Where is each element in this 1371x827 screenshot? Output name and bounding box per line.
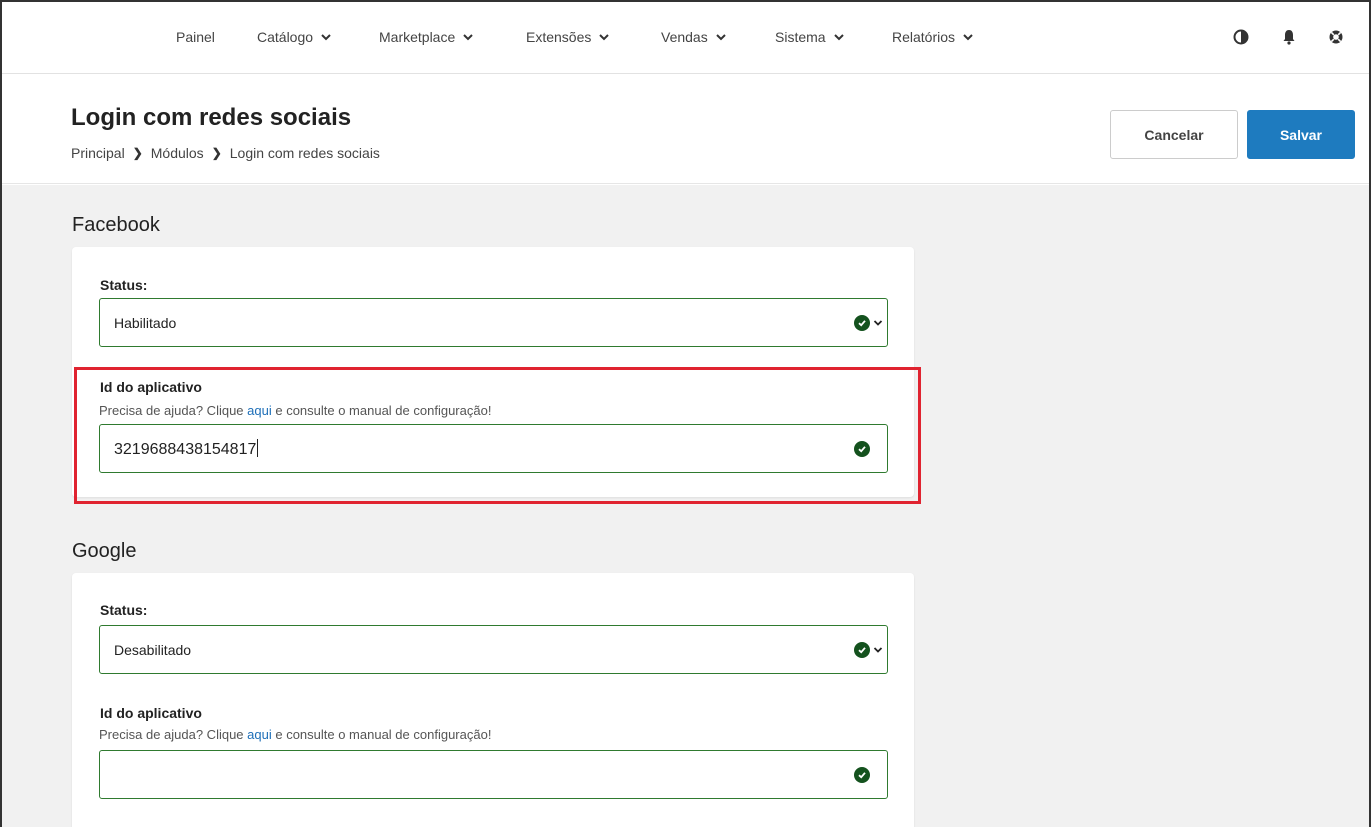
highlight-box bbox=[74, 367, 921, 504]
nav-item-sistema[interactable]: Sistema bbox=[775, 29, 845, 45]
chevron-down-icon bbox=[463, 34, 473, 41]
save-button[interactable]: Salvar bbox=[1247, 110, 1355, 159]
chevron-down-icon bbox=[873, 320, 883, 326]
app-id-input[interactable] bbox=[99, 750, 888, 799]
valid-check-icon bbox=[854, 315, 870, 331]
chevron-right-icon: ❯ bbox=[211, 146, 222, 160]
nav-item-relatorios[interactable]: Relatórios bbox=[892, 29, 974, 45]
top-navigation: Painel Catálogo Marketplace Extensões Ve… bbox=[2, 2, 1369, 74]
chevron-down-icon bbox=[833, 34, 844, 41]
page-title: Login com redes sociais bbox=[71, 104, 352, 131]
breadcrumb-item-current: Login com redes sociais bbox=[229, 145, 380, 161]
card-google: Status: Desabilitado Id do aplicativo Pr… bbox=[72, 573, 914, 827]
breadcrumb: Principal ❯ Módulos ❯ Login com redes so… bbox=[71, 145, 380, 161]
chevron-right-icon: ❯ bbox=[132, 146, 143, 160]
help-text-prefix: Precisa de ajuda? Clique bbox=[99, 727, 248, 742]
chevron-down-icon bbox=[599, 34, 610, 41]
nav-item-label: Sistema bbox=[775, 29, 826, 45]
nav-item-extensoes[interactable]: Extensões bbox=[526, 29, 610, 45]
nav-item-label: Marketplace bbox=[379, 29, 456, 45]
nav-item-marketplace[interactable]: Marketplace bbox=[379, 29, 474, 45]
valid-check-icon bbox=[854, 767, 870, 783]
chevron-down-icon bbox=[321, 34, 331, 41]
chevron-down-icon bbox=[716, 34, 726, 41]
app-frame: Painel Catálogo Marketplace Extensões Ve… bbox=[0, 0, 1371, 827]
status-select[interactable]: Habilitado bbox=[99, 298, 888, 347]
section-title-facebook: Facebook bbox=[72, 214, 160, 236]
help-text: Precisa de ajuda? Clique aqui e consulte… bbox=[99, 727, 491, 742]
section-title-google: Google bbox=[72, 540, 137, 562]
nav-item-catalogo[interactable]: Catálogo bbox=[257, 29, 332, 45]
nav-item-label: Vendas bbox=[661, 29, 708, 45]
help-text-suffix: e consulte o manual de configuração! bbox=[271, 727, 492, 742]
breadcrumb-item-modulos[interactable]: Módulos bbox=[151, 145, 204, 161]
nav-item-label: Painel bbox=[176, 29, 215, 45]
status-label: Status: bbox=[100, 277, 148, 293]
bell-icon[interactable] bbox=[1278, 26, 1300, 48]
page-header: Login com redes sociais Principal ❯ Módu… bbox=[2, 74, 1369, 184]
breadcrumb-item-principal[interactable]: Principal bbox=[71, 145, 125, 161]
help-lifebuoy-icon[interactable] bbox=[1325, 26, 1347, 48]
chevron-down-icon bbox=[963, 34, 973, 41]
main-content: Facebook Status: Habilitado Id do aplica… bbox=[2, 185, 1369, 827]
status-selected-value: Desabilitado bbox=[114, 642, 192, 658]
nav-item-label: Extensões bbox=[526, 29, 592, 45]
nav-item-painel[interactable]: Painel bbox=[176, 29, 215, 45]
contrast-icon[interactable] bbox=[1230, 26, 1252, 48]
nav-item-label: Catálogo bbox=[257, 29, 314, 45]
status-label: Status: bbox=[100, 602, 148, 618]
app-id-label: Id do aplicativo bbox=[100, 705, 202, 721]
cancel-button[interactable]: Cancelar bbox=[1110, 110, 1238, 159]
nav-item-vendas[interactable]: Vendas bbox=[661, 29, 727, 45]
chevron-down-icon bbox=[873, 647, 883, 653]
status-selected-value: Habilitado bbox=[114, 315, 177, 331]
help-link[interactable]: aqui bbox=[247, 727, 272, 742]
status-select[interactable]: Desabilitado bbox=[99, 625, 888, 674]
nav-item-label: Relatórios bbox=[892, 29, 956, 45]
valid-check-icon bbox=[854, 642, 870, 658]
